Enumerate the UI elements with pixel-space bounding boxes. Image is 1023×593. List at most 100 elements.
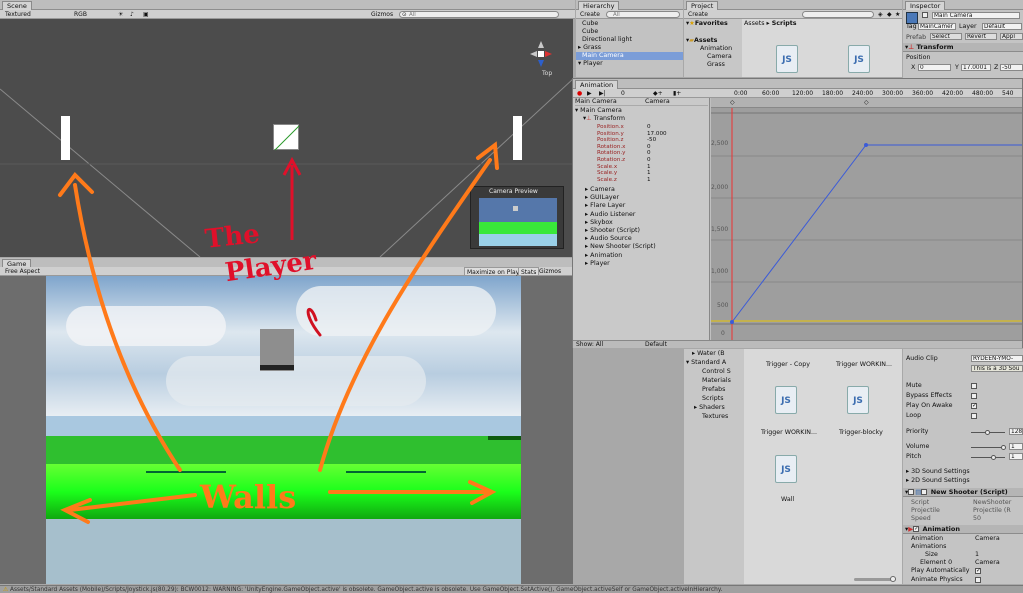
filter-type-icon[interactable]: ◈ — [876, 10, 885, 19]
object-name-field[interactable]: Main Camera — [932, 12, 1020, 19]
project-tree-item[interactable]: ▸ Water (B — [692, 350, 725, 358]
prefab-apply-button[interactable]: Appl — [1000, 33, 1023, 40]
volume-field[interactable]: 1 — [1009, 443, 1023, 450]
script-field[interactable]: NewShooter — [973, 499, 1011, 506]
object-dropdown[interactable]: Main Camera — [575, 98, 617, 105]
js-script-icon[interactable]: JS — [776, 45, 798, 73]
favorites-node[interactable]: ▾★Favorites — [686, 20, 728, 28]
element0-field[interactable]: Camera — [975, 559, 1000, 566]
anim-component-row[interactable]: ▸ Animation — [585, 252, 622, 260]
file-label[interactable]: Trigger-blocky — [839, 429, 883, 436]
pitch-field[interactable]: 1 — [1009, 453, 1023, 460]
position-x-field[interactable]: 0 — [918, 64, 951, 71]
play-button[interactable]: ▶ — [585, 89, 594, 98]
bypass-checkbox[interactable] — [971, 393, 977, 399]
pitch-slider[interactable] — [971, 455, 1005, 460]
anim-component-row[interactable]: ▸ Shooter (Script) — [585, 227, 640, 235]
anim-property-row[interactable]: Scale.z 1 — [597, 176, 651, 184]
time-ruler[interactable]: 0:00 60:00 120:00 180:00 240:00 300:00 3… — [710, 89, 1022, 98]
js-script-icon[interactable]: JS — [775, 455, 797, 483]
prefab-select-button[interactable]: Select — [930, 33, 962, 40]
curve-editor[interactable]: ◇ ◇ 2,500 2,000 1,500 1,000 500 0 — [711, 98, 1022, 340]
curve-mode-dropdown[interactable]: Default — [645, 341, 667, 349]
anim-component-row[interactable]: ▸ Flare Layer — [585, 202, 625, 210]
file-label[interactable]: Wall — [781, 496, 794, 503]
animations-foldout[interactable]: Animations — [911, 543, 946, 550]
play-on-awake-checkbox[interactable]: ✓ — [971, 403, 977, 409]
hierarchy-item[interactable]: Directional light — [582, 36, 632, 44]
js-script-icon[interactable]: JS — [775, 386, 797, 414]
anim-component-row[interactable]: ▸ Skybox — [585, 219, 613, 227]
project-search-input[interactable] — [802, 11, 874, 18]
sound3d-foldout[interactable]: ▸ 3D Sound Settings — [906, 468, 970, 476]
keyframe-marker-icon[interactable]: ◇ — [864, 99, 869, 106]
add-keyframe-button[interactable]: ◆+ — [651, 89, 665, 98]
add-event-button[interactable]: ▮+ — [671, 89, 683, 98]
animation-component-header[interactable]: ▾▶✓ Animation — [903, 525, 1023, 534]
tab-inspector[interactable]: Inspector — [905, 1, 946, 10]
mute-checkbox[interactable] — [971, 383, 977, 389]
project-tree-item[interactable]: Prefabs — [702, 386, 725, 394]
record-button[interactable]: ● — [575, 89, 584, 98]
project-tree-item[interactable]: Textures — [702, 413, 728, 421]
transform-header[interactable]: ▾⊥ Transform — [903, 43, 1023, 52]
frame-field[interactable]: 0 — [619, 89, 627, 98]
favorite-star-icon[interactable]: ★ — [893, 10, 902, 19]
hierarchy-item[interactable]: Cube — [582, 28, 598, 36]
icon-size-slider[interactable] — [854, 576, 896, 582]
project-tree-item[interactable]: ▸ Shaders — [694, 404, 725, 412]
active-checkbox[interactable] — [922, 12, 929, 20]
project-tree-item[interactable]: ▾ Standard A — [686, 359, 726, 367]
volume-slider[interactable] — [971, 445, 1006, 450]
anim-component-row[interactable]: ▸ Audio Listener — [585, 211, 635, 219]
project-tree-item[interactable]: Materials — [702, 377, 731, 385]
anim-component-row[interactable]: ▸ Audio Source — [585, 235, 632, 243]
js-script-icon[interactable]: JS — [848, 45, 870, 73]
loop-checkbox[interactable] — [971, 413, 977, 419]
file-label[interactable]: Trigger WORKIN... — [761, 429, 817, 436]
hierarchy-item[interactable]: ▸ Grass — [578, 44, 601, 52]
size-field[interactable]: 1 — [975, 551, 979, 558]
projectile-field[interactable]: Projectile (R — [973, 507, 1011, 514]
hierarchy-create-button[interactable]: Create — [578, 10, 602, 19]
assets-node[interactable]: ▾▰Assets — [686, 37, 717, 45]
hierarchy-search-input[interactable]: All — [606, 11, 680, 18]
project-tree-item[interactable]: Control S — [702, 368, 731, 376]
tab-project[interactable]: Project — [686, 1, 719, 10]
position-z-field[interactable]: -50 — [1000, 64, 1023, 71]
step-button[interactable]: ▶| — [597, 89, 608, 98]
anim-component-row[interactable]: ▸ Player — [585, 260, 610, 268]
file-label[interactable]: Trigger - Copy — [766, 361, 810, 368]
project-create-button[interactable]: Create — [686, 10, 710, 19]
prefab-revert-button[interactable]: Revert — [965, 33, 997, 40]
anim-component-row[interactable]: ▸ Camera — [585, 186, 615, 194]
event-lane[interactable]: ◇ ◇ — [711, 98, 1022, 108]
audio-clip-field[interactable]: RYDEEN-YMO- — [971, 355, 1023, 362]
project-tree-item[interactable]: Scripts — [702, 395, 724, 403]
status-bar[interactable]: ⚠ Assets/Standard Assets (Mobile)/Script… — [0, 585, 1023, 593]
clip-dropdown[interactable]: Camera — [645, 98, 670, 106]
anim-transform[interactable]: ▾⊥ Transform — [583, 115, 625, 123]
anim-component-row[interactable]: ▸ GUILayer — [585, 194, 619, 202]
layer-dropdown[interactable]: Default — [982, 23, 1022, 30]
anim-property-value[interactable]: 1 — [647, 176, 651, 184]
show-filter-dropdown[interactable]: Show: All — [576, 341, 603, 349]
animate-physics-checkbox[interactable] — [975, 577, 981, 583]
tab-hierarchy[interactable]: Hierarchy — [578, 1, 620, 10]
position-y-field[interactable]: 17.0001 — [961, 64, 991, 71]
tag-dropdown[interactable]: MainCamer — [918, 23, 956, 30]
animation-field[interactable]: Camera — [975, 535, 1000, 542]
tab-animation[interactable]: Animation — [575, 80, 619, 89]
anim-component-row[interactable]: ▸ New Shooter (Script) — [585, 243, 656, 251]
new-shooter-header[interactable]: ▾ ▤ New Shooter (Script) — [903, 488, 1023, 497]
js-script-icon[interactable]: JS — [847, 386, 869, 414]
anim-root[interactable]: ▾ Main Camera — [575, 107, 622, 115]
project-tree-item[interactable]: Camera — [707, 53, 732, 61]
speed-field[interactable]: 50 — [973, 515, 981, 522]
hierarchy-item-selected[interactable]: Main Camera — [576, 52, 683, 60]
keyframe-marker-icon[interactable]: ◇ — [730, 99, 735, 106]
project-tree-item[interactable]: Grass — [707, 61, 725, 69]
priority-field[interactable]: 128 — [1009, 428, 1023, 435]
sound2d-foldout[interactable]: ▸ 2D Sound Settings — [906, 477, 970, 485]
hierarchy-item[interactable]: Cube — [582, 20, 598, 28]
